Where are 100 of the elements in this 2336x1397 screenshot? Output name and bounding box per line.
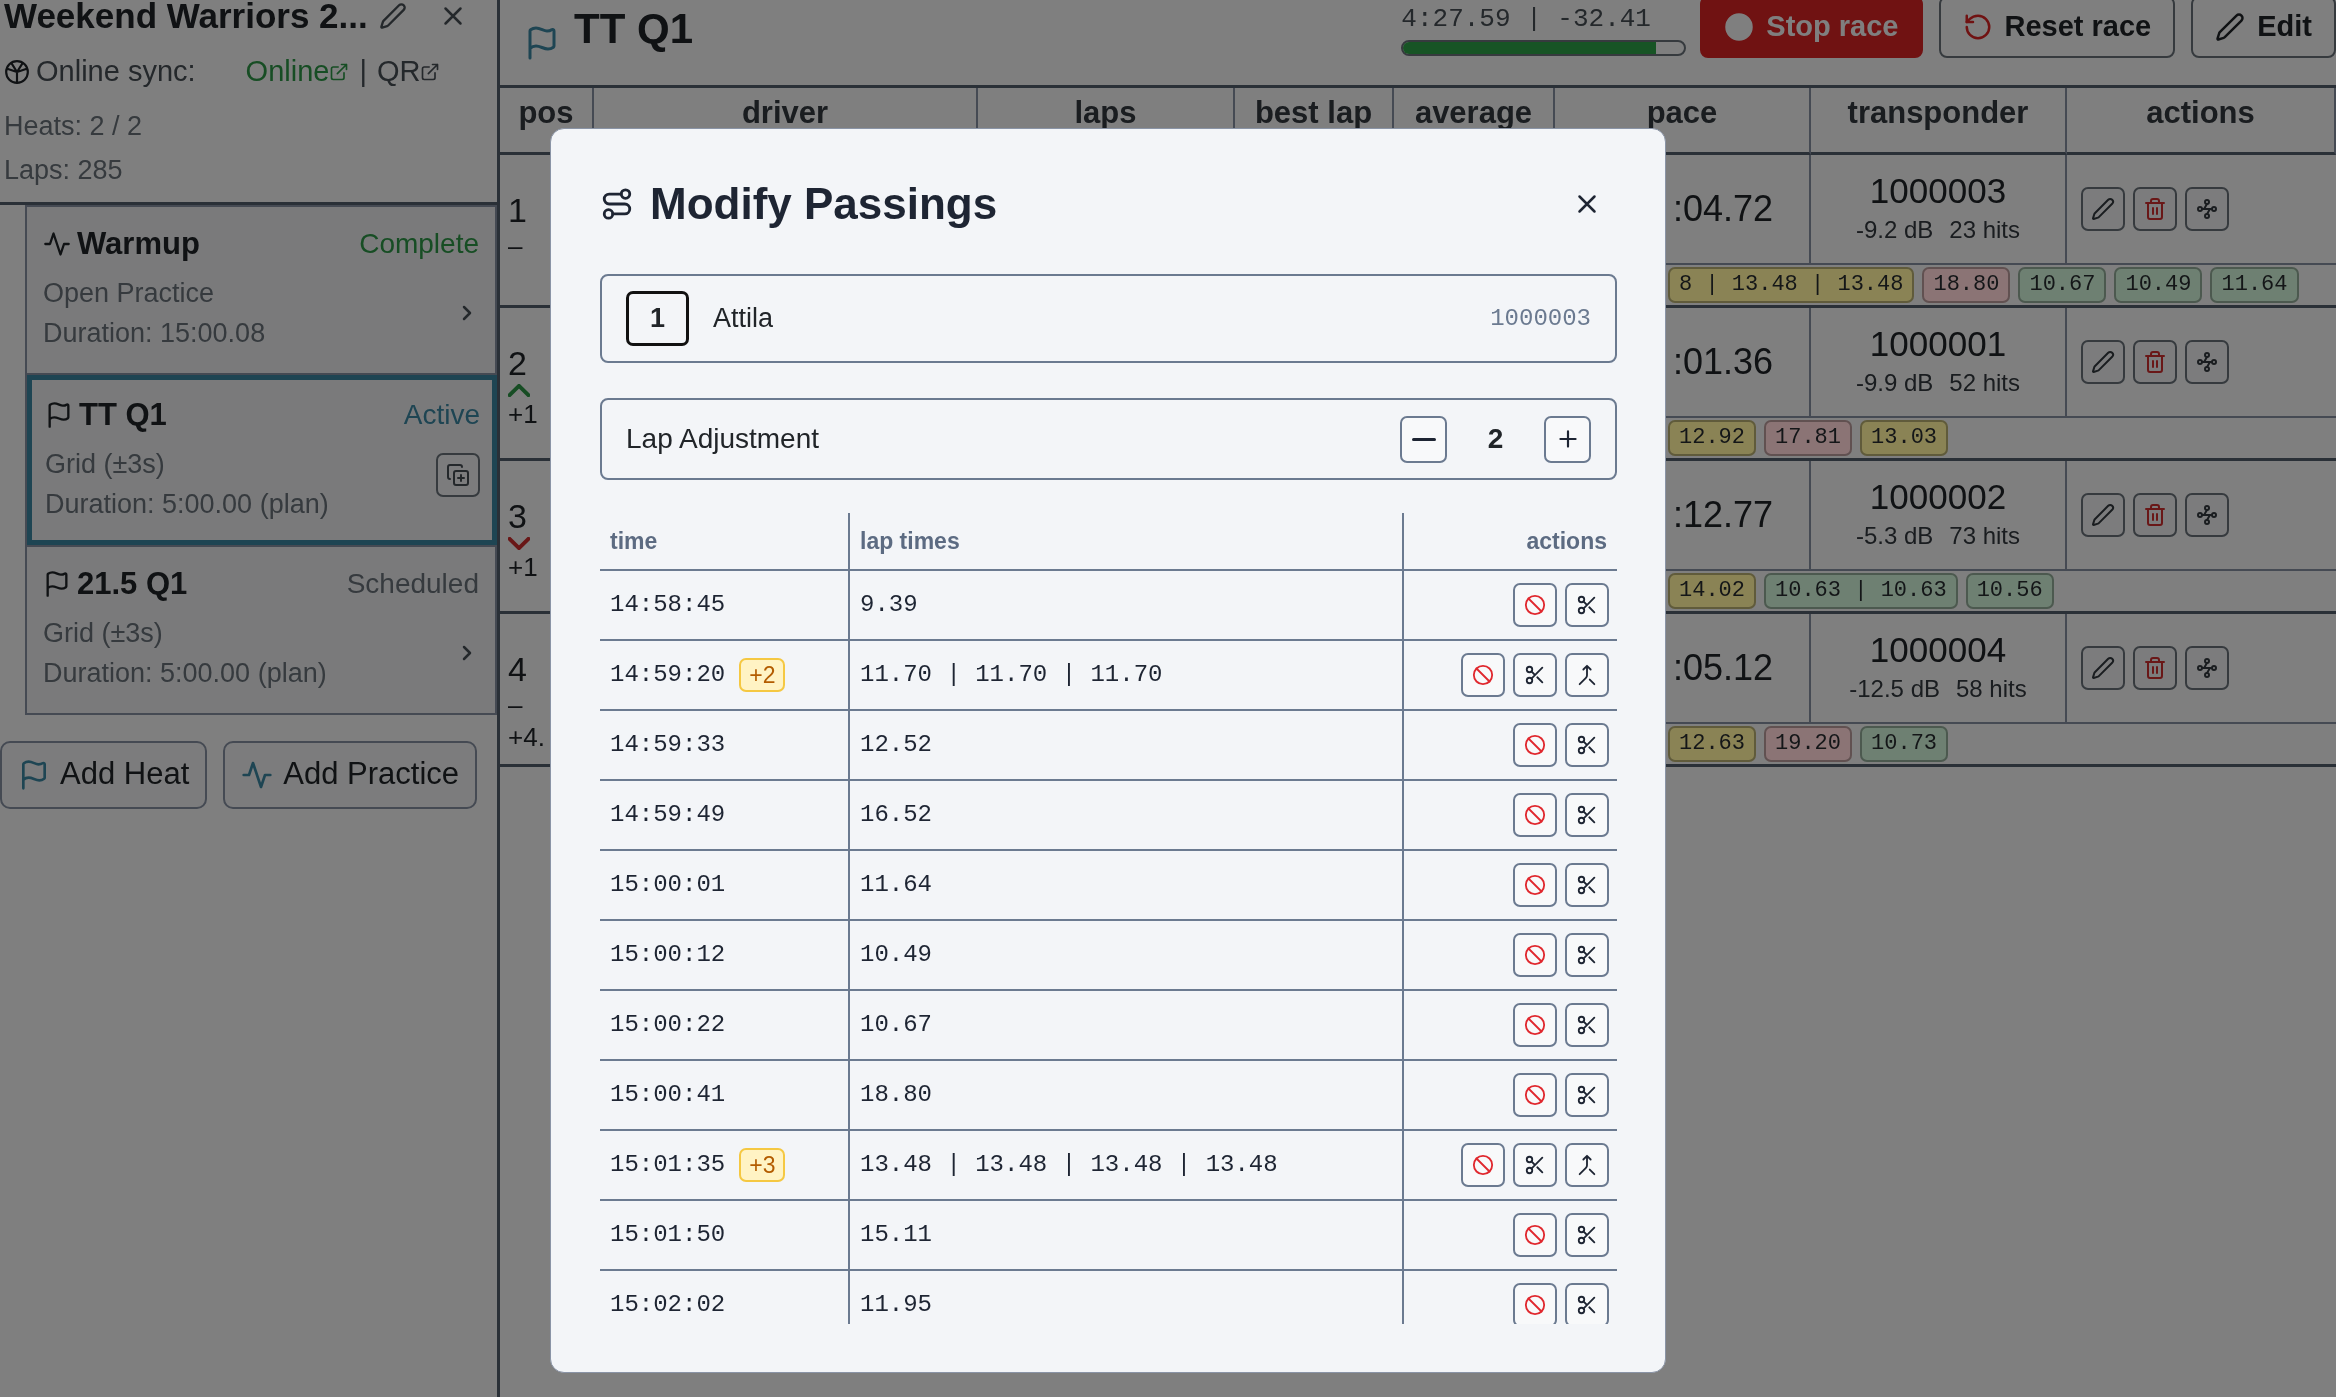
heat-status: Active xyxy=(403,397,480,432)
gap: +1 xyxy=(508,552,538,582)
split-button[interactable] xyxy=(1565,583,1609,627)
qr-link[interactable]: QR xyxy=(376,50,441,94)
gap: +1 xyxy=(508,399,538,429)
discard-button[interactable] xyxy=(1513,1213,1557,1257)
passings-button[interactable] xyxy=(2185,493,2229,537)
heat-name: 21.5 Q1 xyxy=(77,564,188,603)
lap-time: 19.20 xyxy=(1764,726,1853,762)
transponder-id: 1000001 xyxy=(1869,323,2007,365)
heat-detail: Grid (±3s) xyxy=(43,617,164,650)
discard-button[interactable] xyxy=(1513,723,1557,767)
split-button[interactable] xyxy=(1513,1143,1557,1187)
split-button[interactable] xyxy=(1565,933,1609,977)
split-button[interactable] xyxy=(1565,863,1609,907)
heat-status: Scheduled xyxy=(346,566,479,601)
delete-button[interactable] xyxy=(2133,646,2177,690)
split-button[interactable] xyxy=(1565,1003,1609,1047)
heat-status: Complete xyxy=(359,226,479,261)
increase-button[interactable] xyxy=(1544,415,1591,463)
online-link[interactable]: Online xyxy=(245,50,350,94)
edit-button[interactable]: Edit xyxy=(2191,0,2336,58)
passing-time: 14:58:45 xyxy=(610,590,726,620)
ban-icon xyxy=(1524,874,1546,896)
passing-time: 15:00:01 xyxy=(610,870,726,900)
hit-count: 52 hits xyxy=(1949,368,2021,398)
decrease-button[interactable] xyxy=(1400,415,1447,463)
column-header: lap times xyxy=(860,526,960,556)
race-timer: 4:27.59 | -32.41 xyxy=(1401,3,1652,34)
transponder-id: 1000003 xyxy=(1869,170,2007,212)
discard-button[interactable] xyxy=(1513,863,1557,907)
column-header: transponder xyxy=(1811,88,2067,155)
duplicate-button[interactable] xyxy=(436,453,480,497)
pencil-icon xyxy=(379,2,407,30)
pencil-icon xyxy=(2215,12,2246,42)
edit-button[interactable] xyxy=(2081,340,2125,384)
lap-times: 11.64 xyxy=(860,870,932,900)
scissors-icon xyxy=(1524,1154,1546,1176)
edit-button[interactable] xyxy=(2081,493,2125,537)
ban-icon xyxy=(1524,1014,1546,1036)
heat-card[interactable]: TT Q1 Active Grid (±3s) Duration: 5:00.00 (plan) xyxy=(27,374,497,545)
discard-button[interactable] xyxy=(1513,1283,1557,1324)
discard-button[interactable] xyxy=(1513,793,1557,837)
passings-button[interactable] xyxy=(2185,340,2229,384)
signal-strength: -9.9 dB xyxy=(1855,368,1934,398)
discard-button[interactable] xyxy=(1513,933,1557,977)
lap-times: 15.11 xyxy=(860,1220,932,1250)
lap-time: 10.63 | 10.63 xyxy=(1764,573,1958,609)
discard-button[interactable] xyxy=(1513,1003,1557,1047)
scissors-icon xyxy=(1576,1084,1598,1106)
edit-button[interactable] xyxy=(2081,646,2125,690)
add-button[interactable]: Add Heat xyxy=(0,740,208,809)
nodes-icon xyxy=(2195,503,2219,527)
delete-button[interactable] xyxy=(2133,493,2177,537)
lap-times: 13.48 | 13.48 | 13.48 | 13.48 xyxy=(860,1150,1278,1180)
delete-button[interactable] xyxy=(2133,340,2177,384)
discard-button[interactable] xyxy=(1513,583,1557,627)
globe-icon xyxy=(4,58,30,85)
split-button[interactable] xyxy=(1565,1213,1609,1257)
add-button[interactable]: Add Practice xyxy=(223,740,478,809)
dialog-title: Modify Passings xyxy=(650,178,998,230)
pencil-icon xyxy=(2091,656,2115,680)
separator: | xyxy=(359,54,367,89)
lap-times: 10.67 xyxy=(860,1010,932,1040)
discard-button[interactable] xyxy=(1513,1073,1557,1117)
pace: :12.77 xyxy=(1673,493,1774,537)
split-button[interactable] xyxy=(1565,793,1609,837)
stop-icon xyxy=(1724,12,1755,42)
scissors-icon xyxy=(1576,804,1598,826)
lap-times: 16.52 xyxy=(860,800,932,830)
stop-button[interactable]: Stop race xyxy=(1700,0,1923,58)
position: 1 xyxy=(508,191,527,229)
trash-icon xyxy=(2143,656,2167,680)
merge-button[interactable] xyxy=(1565,653,1609,697)
lap-times: 10.49 xyxy=(860,940,932,970)
lap-times: 9.39 xyxy=(860,590,918,620)
passing-time: 15:02:02 xyxy=(610,1290,726,1320)
edit-button[interactable] xyxy=(2081,187,2125,231)
split-button[interactable] xyxy=(1565,723,1609,767)
discard-button[interactable] xyxy=(1461,653,1505,697)
passing-time: 15:01:35 xyxy=(610,1150,726,1180)
passing-time: 15:00:12 xyxy=(610,940,726,970)
position: 3 xyxy=(508,497,527,535)
split-button[interactable] xyxy=(1513,653,1557,697)
heat-card[interactable]: 21.5 Q1 Scheduled Grid (±3s) Duration: 5:00.00 (plan) xyxy=(27,544,497,715)
passings-button[interactable] xyxy=(2185,187,2229,231)
delete-button[interactable] xyxy=(2133,187,2177,231)
ban-icon xyxy=(1472,664,1494,686)
passings-button[interactable] xyxy=(2185,646,2229,690)
gap: +4. xyxy=(508,722,545,752)
column-header: actions xyxy=(2067,88,2336,155)
merge-button[interactable] xyxy=(1565,1143,1609,1187)
reset-button[interactable]: Reset race xyxy=(1938,0,2176,58)
passing-time: 15:00:22 xyxy=(610,1010,726,1040)
discard-button[interactable] xyxy=(1461,1143,1505,1187)
split-button[interactable] xyxy=(1565,1283,1609,1324)
heat-card[interactable]: Warmup Complete Open Practice Duration: 15:00.08 xyxy=(27,204,497,375)
split-button[interactable] xyxy=(1565,1073,1609,1117)
passing-time: 15:01:50 xyxy=(610,1220,726,1250)
heat-name: TT Q1 xyxy=(79,395,167,434)
